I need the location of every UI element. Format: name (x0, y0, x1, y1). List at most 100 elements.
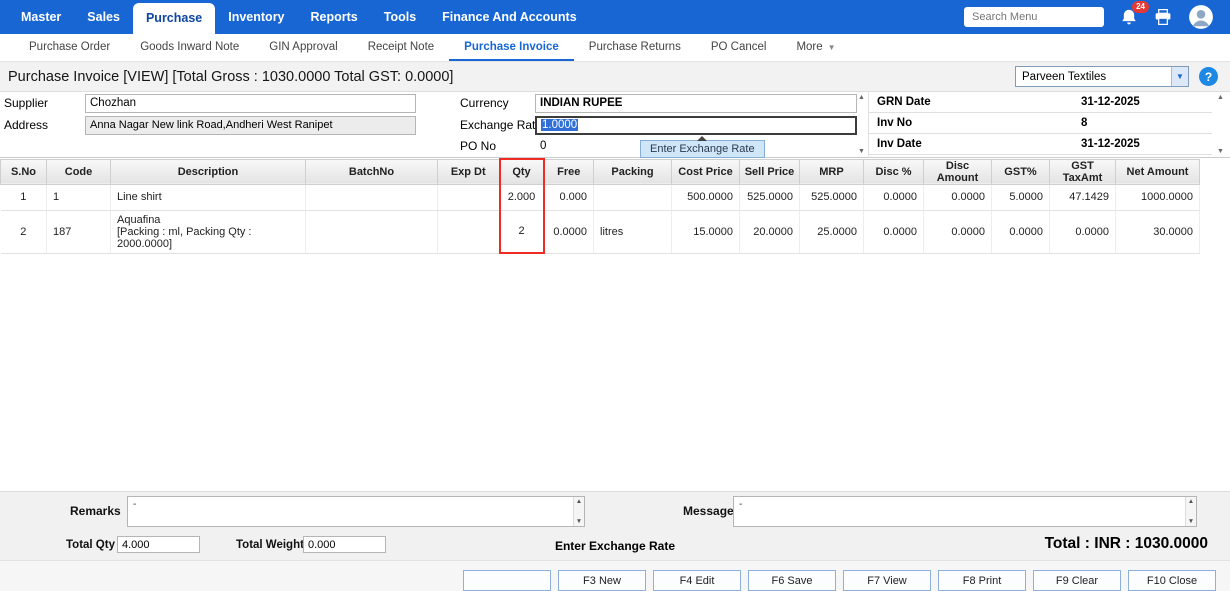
top-nav-item-inventory[interactable]: Inventory (215, 0, 297, 34)
table-row[interactable]: 11Line shirt2.0000.000500.0000525.000052… (1, 184, 1200, 210)
cell-cost-price: 15.0000 (672, 210, 740, 253)
notification-badge: 24 (1132, 1, 1149, 13)
sub-nav-item-receipt-note[interactable]: Receipt Note (353, 34, 449, 61)
scroll-up-icon[interactable]: ▲ (1188, 498, 1194, 505)
remarks-label: Remarks (70, 504, 121, 518)
scroll-up-icon[interactable]: ▲ (1217, 94, 1224, 101)
scroll-up-icon[interactable]: ▲ (576, 498, 582, 505)
remarks-textarea[interactable]: - ▲ ▼ (127, 496, 585, 527)
cell-net-amount: 1000.0000 (1116, 184, 1200, 210)
column-header-free[interactable]: Free (544, 159, 594, 184)
message-label: Message (683, 504, 734, 518)
currency-field[interactable]: INDIAN RUPEE (535, 94, 857, 113)
address-field[interactable]: Anna Nagar New link Road,Andheri West Ra… (85, 116, 416, 135)
grand-total: Total : INR : 1030.0000 (1045, 535, 1208, 553)
exchange-rate-selected-text: 1.0000 (541, 119, 578, 131)
supplier-label: Supplier (4, 96, 48, 110)
column-header-batchno[interactable]: BatchNo (306, 159, 438, 184)
remarks-scrollbar[interactable]: ▲ ▼ (573, 497, 584, 526)
column-header-packing[interactable]: Packing (594, 159, 672, 184)
column-header-net-amount[interactable]: Net Amount (1116, 159, 1200, 184)
cell-sell-price: 20.0000 (740, 210, 800, 253)
message-textarea[interactable]: - ▲ ▼ (733, 496, 1197, 527)
printer-icon[interactable] (1154, 9, 1172, 25)
column-header-sell-price[interactable]: Sell Price (740, 159, 800, 184)
invoice-items-table: S.NoCodeDescriptionBatchNoExp DtQtyFreeP… (0, 158, 1200, 254)
f7-view-button[interactable]: F7 View (843, 570, 931, 591)
sub-nav-item-gin-approval[interactable]: GIN Approval (254, 34, 352, 61)
scroll-down-icon[interactable]: ▼ (1217, 148, 1224, 155)
remarks-text: - (133, 499, 136, 510)
scroll-up-icon[interactable]: ▲ (858, 94, 865, 101)
totals-row: Total Qty Total Weight Enter Exchange Ra… (0, 531, 1230, 560)
form-scrollbar-left[interactable]: ▲ ▼ (856, 94, 867, 155)
sub-nav-item-goods-inward-note[interactable]: Goods Inward Note (125, 34, 254, 61)
message-scrollbar[interactable]: ▲ ▼ (1185, 497, 1196, 526)
column-header-disc-amount[interactable]: Disc Amount (924, 159, 992, 184)
f6-save-button[interactable]: F6 Save (748, 570, 836, 591)
notification-bell-icon[interactable]: 24 (1120, 8, 1138, 26)
column-header-description[interactable]: Description (111, 159, 306, 184)
top-nav-item-master[interactable]: Master (8, 0, 74, 34)
top-nav-item-reports[interactable]: Reports (298, 0, 371, 34)
cell-gst: 5.0000 (992, 184, 1050, 210)
column-header-code[interactable]: Code (47, 159, 111, 184)
top-nav-items: MasterSalesPurchaseInventoryReportsTools… (0, 0, 590, 34)
sub-nav-item-purchase-order[interactable]: Purchase Order (14, 34, 125, 61)
top-nav-item-sales[interactable]: Sales (74, 0, 133, 34)
f9-clear-button[interactable]: F9 Clear (1033, 570, 1121, 591)
column-header-cost-price[interactable]: Cost Price (672, 159, 740, 184)
po-no-label: PO No (460, 139, 496, 153)
column-header-mrp[interactable]: MRP (800, 159, 864, 184)
f10-close-button[interactable]: F10 Close (1128, 570, 1216, 591)
grn-date-row: GRN Date 31-12-2025 (869, 92, 1212, 113)
cell-cost-price: 500.0000 (672, 184, 740, 210)
form-scrollbar-right[interactable]: ▲ ▼ (1215, 94, 1226, 155)
sub-nav-item-purchase-returns[interactable]: Purchase Returns (574, 34, 696, 61)
top-nav-item-tools[interactable]: Tools (371, 0, 429, 34)
sub-nav-item-purchase-invoice[interactable]: Purchase Invoice (449, 34, 574, 61)
sub-nav-item-po-cancel[interactable]: PO Cancel (696, 34, 782, 61)
exchange-rate-tooltip: Enter Exchange Rate (640, 140, 765, 158)
scroll-down-icon[interactable]: ▼ (576, 518, 582, 525)
grn-date-value[interactable]: 31-12-2025 (1081, 92, 1140, 113)
inv-date-value[interactable]: 31-12-2025 (1081, 134, 1140, 155)
invoice-dates-panel: GRN Date 31-12-2025 Inv No 8 Inv Date 31… (868, 92, 1212, 158)
chevron-down-icon: ▼ (828, 43, 836, 52)
inv-no-row: Inv No 8 (869, 113, 1212, 134)
column-header-gst-taxamt[interactable]: GST TaxAmt (1050, 159, 1116, 184)
cell-exp-dt (438, 184, 500, 210)
top-nav-item-purchase[interactable]: Purchase (133, 3, 215, 34)
top-nav-item-finance-and-accounts[interactable]: Finance And Accounts (429, 0, 590, 34)
scroll-down-icon[interactable]: ▼ (858, 148, 865, 155)
column-header-exp-dt[interactable]: Exp Dt (438, 159, 500, 184)
column-header-gst[interactable]: GST% (992, 159, 1050, 184)
invoice-table-header-row: S.NoCodeDescriptionBatchNoExp DtQtyFreeP… (1, 159, 1200, 184)
column-header-s-no[interactable]: S.No (1, 159, 47, 184)
cell-code: 1 (47, 184, 111, 210)
grn-date-label: GRN Date (877, 92, 931, 113)
exchange-rate-input[interactable]: 1.0000 (535, 116, 857, 135)
user-avatar-icon[interactable] (1188, 4, 1214, 30)
help-icon[interactable]: ? (1199, 67, 1218, 86)
column-header-qty[interactable]: Qty (500, 159, 544, 184)
page-title: Purchase Invoice [VIEW] [Total Gross : 1… (8, 69, 453, 85)
search-input[interactable] (964, 7, 1104, 27)
sub-nav-item-more[interactable]: More▼ (781, 34, 850, 61)
inv-no-value[interactable]: 8 (1081, 113, 1087, 134)
scroll-down-icon[interactable]: ▼ (1188, 518, 1194, 525)
blank-button[interactable] (463, 570, 551, 591)
company-selector[interactable]: Parveen Textiles ▼ (1015, 66, 1189, 87)
f4-edit-button[interactable]: F4 Edit (653, 570, 741, 591)
title-bar: Purchase Invoice [VIEW] [Total Gross : 1… (0, 62, 1230, 92)
cell-s-no: 1 (1, 184, 47, 210)
cell-qty: 2 (500, 210, 544, 253)
table-row[interactable]: 2187Aquafina [Packing : ml, Packing Qty … (1, 210, 1200, 253)
f8-print-button[interactable]: F8 Print (938, 570, 1026, 591)
cell-disc-amount: 0.0000 (924, 210, 992, 253)
column-header-disc[interactable]: Disc % (864, 159, 924, 184)
cell-disc: 0.0000 (864, 210, 924, 253)
supplier-field[interactable]: Chozhan (85, 94, 416, 113)
cell-free: 0.000 (544, 184, 594, 210)
f3-new-button[interactable]: F3 New (558, 570, 646, 591)
